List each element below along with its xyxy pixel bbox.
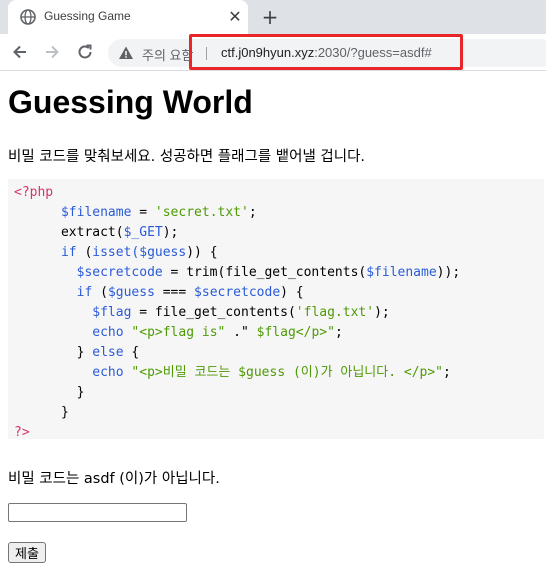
code-var: $filename <box>366 265 437 280</box>
code-var: $filename <box>60 205 132 220</box>
new-tab-button[interactable]: + <box>260 7 280 27</box>
browser-toolbar: 주의 요함 ctf.j0n9hyun.xyz:2030/?guess=asdf# <box>0 34 546 71</box>
address-bar[interactable]: 주의 요함 ctf.j0n9hyun.xyz:2030/?guess=asdf# <box>108 34 546 70</box>
forward-button[interactable] <box>40 40 64 64</box>
tab-title: Guessing Game <box>44 9 131 23</box>
php-close-tag: ?> <box>14 425 30 440</box>
page-content: Guessing World 비밀 코드를 맞춰보세요. 성공하면 플래그를 뱉… <box>0 71 546 583</box>
security-warning-text: 주의 요함 <box>142 48 194 63</box>
code-text: trim(file_get_contents( <box>186 265 367 280</box>
arrow-left-icon <box>13 45 26 59</box>
code-string: "<p>비밀 코드는 $guess (이)가 아닙니다. </p>" <box>131 365 443 380</box>
result-message: 비밀 코드는 asdf (이)가 아닙니다. <box>8 471 220 487</box>
php-source: <?php $filename = 'secret.txt'; extract(… <box>14 185 461 440</box>
code-string: $flag</p>" <box>256 325 335 340</box>
code-text: file_get_contents( <box>154 305 296 320</box>
code-string: 'flag.txt' <box>295 305 375 320</box>
code-keyword: else <box>92 345 124 360</box>
code-text: ." <box>225 325 257 340</box>
page-title: Guessing World <box>8 84 253 120</box>
code-keyword: if <box>76 285 93 300</box>
reload-button[interactable] <box>73 40 97 64</box>
close-tab-icon[interactable]: ✕ <box>226 8 244 26</box>
warning-icon <box>119 46 133 59</box>
globe-icon <box>20 9 36 25</box>
code-var: $guess <box>139 245 187 260</box>
code-keyword: echo <box>92 325 124 340</box>
code-keyword: isset( <box>92 245 140 260</box>
tab-strip: Guessing Game ✕ + <box>0 0 546 34</box>
code-string: "<p>flag is" <box>131 325 226 340</box>
code-var: $secretcode <box>76 265 163 280</box>
reload-icon <box>78 44 92 59</box>
code-var: $secretcode <box>194 285 281 300</box>
code-var: $_GET <box>123 225 163 240</box>
code-var: $flag <box>92 305 132 320</box>
php-open-tag: <?php <box>14 185 54 200</box>
browser-tab[interactable]: Guessing Game ✕ <box>8 0 248 34</box>
code-keyword: echo <box>92 365 124 380</box>
url-text[interactable]: ctf.j0n9hyun.xyz:2030/?guess=asdf# <box>221 45 432 60</box>
url-host: ctf.j0n9hyun.xyz <box>221 45 315 60</box>
code-block: <?php $filename = 'secret.txt'; extract(… <box>8 179 544 440</box>
code-string: 'secret.txt' <box>154 205 249 220</box>
arrow-right-icon <box>46 45 59 59</box>
code-keyword: if <box>60 245 77 260</box>
code-text: extract( <box>60 225 124 240</box>
url-path: :2030/?guess=asdf# <box>314 45 432 60</box>
guess-input[interactable] <box>8 503 187 522</box>
intro-text: 비밀 코드를 맞춰보세요. 성공하면 플래그를 뱉어낼 겁니다. <box>8 149 366 165</box>
submit-button[interactable]: 제출 <box>8 542 46 563</box>
code-var: $guess <box>107 285 155 300</box>
back-button[interactable] <box>8 40 32 64</box>
